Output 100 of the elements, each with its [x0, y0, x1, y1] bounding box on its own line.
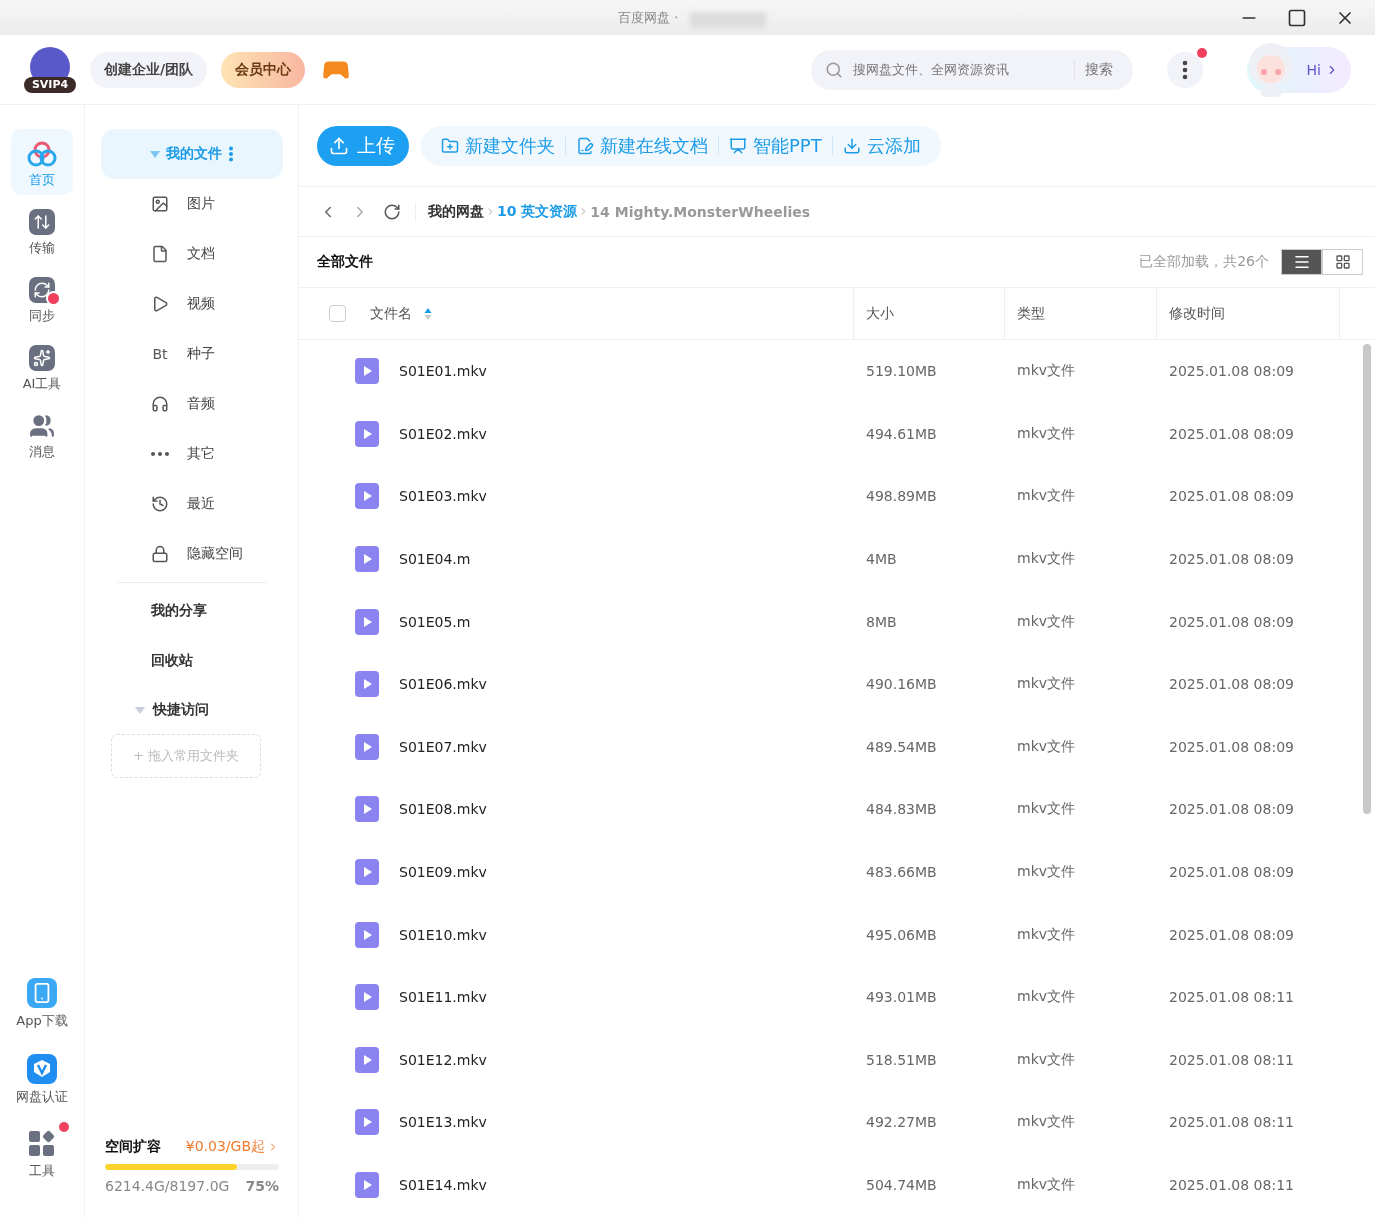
notification-dot — [59, 1122, 69, 1132]
file-name[interactable]: S01E04.m — [399, 551, 471, 568]
folder-plus-icon — [441, 136, 459, 155]
file-name[interactable]: S01E08.mkv — [399, 801, 487, 818]
file-type: mkv文件 — [1016, 611, 1077, 631]
rail-item[interactable]: 同步 — [11, 265, 73, 331]
sidebar-link[interactable]: 我的分享 — [101, 586, 283, 636]
video-file-icon — [355, 608, 379, 635]
kebab-icon[interactable] — [228, 146, 234, 162]
file-name[interactable]: S01E05.m — [399, 613, 471, 630]
video-file-icon — [355, 921, 379, 948]
file-name[interactable]: S01E07.mkv — [399, 738, 487, 755]
file-name[interactable]: S01E13.mkv — [399, 1114, 487, 1131]
download-icon — [842, 136, 861, 155]
category-item[interactable]: 音频 — [101, 379, 283, 429]
file-size: 495.06MB — [865, 925, 938, 945]
category-item[interactable]: 图片 — [101, 179, 283, 229]
file-name[interactable]: S01E14.mkv — [399, 1177, 487, 1193]
search-field[interactable]: 搜网盘文件、全网资源资讯 搜索 — [811, 49, 1133, 90]
tiles-icon — [28, 1130, 56, 1158]
file-name[interactable]: S01E11.mkv — [399, 989, 487, 1006]
file-size: 8MB — [865, 612, 898, 632]
file-size: 519.10MB — [865, 362, 938, 382]
window-title: 百度网盘 · — [618, 9, 679, 27]
file-type: mkv文件 — [1016, 862, 1077, 882]
modified-time: 2025.01.08 08:11 — [1168, 1176, 1295, 1195]
breadcrumb-link[interactable]: 我的网盘 — [428, 202, 484, 221]
file-size: 492.27MB — [865, 1113, 938, 1133]
file-name[interactable]: S01E12.mkv — [399, 1051, 487, 1068]
lock-icon — [151, 545, 169, 563]
rail-item[interactable]: App下载 — [11, 966, 73, 1036]
play-icon — [151, 295, 169, 313]
caret-icon — [150, 150, 160, 158]
vip-center-button[interactable]: 会员中心 — [221, 51, 306, 88]
video-file-icon — [355, 859, 379, 886]
headphones-icon — [151, 395, 169, 413]
caret-icon — [135, 706, 145, 714]
rail-item[interactable]: 工具 — [11, 1118, 73, 1186]
file-type: mkv文件 — [1016, 1175, 1077, 1194]
people-icon — [29, 413, 55, 439]
rail-item[interactable]: 网盘认证 — [11, 1042, 73, 1112]
file-size: 490.16MB — [865, 675, 938, 695]
select-all-checkbox[interactable] — [329, 305, 346, 322]
rail-item[interactable]: 传输 — [11, 197, 73, 263]
category-item[interactable]: 视频 — [101, 279, 283, 329]
category-item[interactable]: 隐藏空间 — [101, 529, 283, 579]
video-file-icon — [355, 546, 379, 573]
column-header[interactable]: 修改时间 — [1169, 304, 1225, 323]
modified-time: 2025.01.08 08:11 — [1168, 988, 1295, 1008]
sync-icon — [29, 277, 55, 303]
maximize-icon[interactable] — [1287, 7, 1307, 28]
grid-view-button[interactable] — [1322, 249, 1363, 275]
category-item[interactable]: 最近 — [101, 479, 283, 529]
quick-access-item[interactable]: 快捷访问 — [101, 686, 283, 734]
storage-title: 空间扩容 — [105, 1138, 161, 1156]
file-type: mkv文件 — [1016, 549, 1077, 569]
file-name[interactable]: S01E06.mkv — [399, 676, 487, 693]
file-type: mkv文件 — [1016, 924, 1077, 944]
shield-icon — [27, 1054, 57, 1084]
history-icon — [151, 495, 169, 513]
file-size: 504.74MB — [865, 1176, 938, 1195]
rail-item[interactable]: AI工具 — [11, 333, 73, 399]
sidebar-link[interactable]: 回收站 — [101, 636, 283, 686]
transfer-icon — [29, 209, 55, 235]
file-name[interactable]: S01E09.mkv — [399, 864, 487, 881]
rings-icon — [27, 141, 57, 167]
video-file-icon — [355, 420, 379, 447]
storage-usage: 6214.4G/8197.0G — [105, 1178, 230, 1194]
video-file-icon — [355, 1109, 379, 1136]
modified-time: 2025.01.08 08:09 — [1168, 800, 1295, 820]
category-item[interactable]: Bt 种子 — [101, 329, 283, 379]
rail-item[interactable]: 消息 — [11, 401, 73, 467]
upload-icon — [329, 135, 349, 156]
file-name[interactable]: S01E03.mkv — [399, 488, 487, 505]
modified-time: 2025.01.08 08:09 — [1168, 925, 1295, 945]
file-name[interactable]: S01E10.mkv — [399, 926, 487, 943]
file-type: mkv文件 — [1016, 1049, 1077, 1069]
file-type: mkv文件 — [1016, 799, 1077, 819]
file-name[interactable]: S01E02.mkv — [399, 425, 487, 442]
file-size: 483.66MB — [865, 863, 938, 883]
column-header[interactable]: 文件名 — [370, 304, 412, 323]
sort-icon[interactable] — [424, 306, 432, 321]
video-file-icon — [355, 358, 379, 385]
category-item[interactable]: 其它 — [101, 429, 283, 479]
file-name[interactable]: S01E01.mkv — [399, 363, 487, 380]
list-view-button[interactable] — [1281, 249, 1322, 275]
search-button[interactable]: 搜索 — [1074, 59, 1119, 80]
file-type: mkv文件 — [1016, 736, 1077, 756]
create-team-button[interactable]: 创建企业/团队 — [90, 51, 208, 88]
column-header[interactable]: 大小 — [866, 304, 894, 323]
phone-icon — [27, 978, 57, 1008]
refresh-icon[interactable] — [383, 202, 401, 221]
column-header[interactable]: 类型 — [1017, 304, 1045, 323]
file-size: 498.89MB — [865, 487, 938, 507]
file-type: mkv文件 — [1016, 486, 1077, 506]
scrollbar[interactable] — [1363, 344, 1371, 814]
modified-time: 2025.01.08 08:09 — [1168, 424, 1295, 444]
category-item[interactable]: 文档 — [101, 229, 283, 279]
video-file-icon — [355, 483, 379, 510]
file-size: 493.01MB — [865, 988, 938, 1008]
